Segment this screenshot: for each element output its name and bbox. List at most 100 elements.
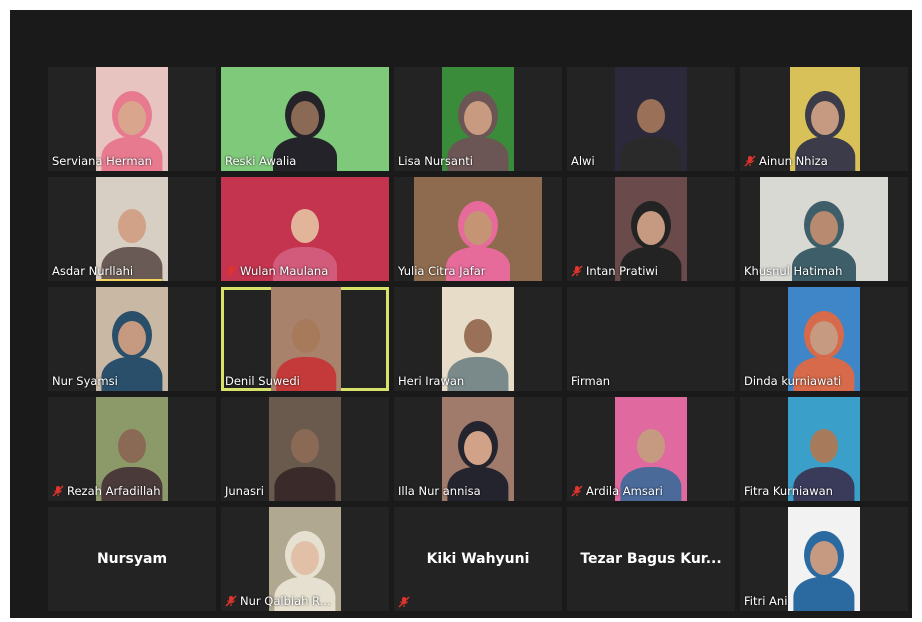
- name-label: Illa Nur annisa: [398, 484, 481, 498]
- participant-name: Illa Nur annisa: [398, 484, 481, 498]
- name-label: Dinda kurniawati: [744, 374, 841, 388]
- figure-body: [274, 467, 336, 501]
- participant-tile[interactable]: Firman: [567, 287, 735, 391]
- face-shape: [118, 209, 146, 243]
- participant-tile[interactable]: Tezar Bagus Kur...: [567, 507, 735, 611]
- participant-name: Serviana Herman: [52, 154, 152, 168]
- name-label: Nur Syamsi: [52, 374, 118, 388]
- muted-mic-icon: [52, 485, 64, 497]
- name-label: Alwi: [571, 154, 595, 168]
- participant-tile[interactable]: Lisa Nursanti: [394, 67, 562, 171]
- participant-name: Khusnul Hatimah: [744, 264, 843, 278]
- participant-tile[interactable]: Ainun Nhiza: [740, 67, 908, 171]
- face-shape: [118, 101, 146, 135]
- face-shape: [292, 319, 320, 353]
- participant-name: Firman: [571, 374, 611, 388]
- participant-tile[interactable]: Asdar Nurllahi: [48, 177, 216, 281]
- face-shape: [637, 429, 665, 463]
- participant-video: [788, 507, 860, 611]
- name-label: Heri Irawan: [398, 374, 464, 388]
- participant-figure: [269, 397, 341, 501]
- name-label: Reski Awalia: [225, 154, 296, 168]
- name-label: Fitri Ani: [744, 594, 787, 608]
- muted-mic-icon: [225, 595, 237, 607]
- face-shape: [637, 211, 665, 245]
- participant-tile[interactable]: Reski Awalia: [221, 67, 389, 171]
- name-label: [398, 596, 410, 608]
- name-label: Ainun Nhiza: [744, 154, 828, 168]
- participant-tile[interactable]: Heri Irawan: [394, 287, 562, 391]
- name-label: Yulia Citra Jafar: [398, 264, 486, 278]
- name-label: Lisa Nursanti: [398, 154, 473, 168]
- participant-name: Dinda kurniawati: [744, 374, 842, 388]
- participant-tile[interactable]: Dinda kurniawati: [740, 287, 908, 391]
- participant-name: Junasri: [225, 484, 264, 498]
- participant-name: Nur Qalbiah R...: [240, 594, 331, 608]
- participant-video: [269, 397, 341, 501]
- name-label: Intan Pratiwi: [571, 264, 658, 278]
- face-shape: [118, 429, 146, 463]
- face-shape: [118, 321, 146, 355]
- meeting-window: Serviana Herman Reski Awalia Lisa Nursanti…: [10, 10, 912, 618]
- muted-mic-icon: [398, 596, 410, 608]
- participant-name: Heri Irawan: [398, 374, 465, 388]
- face-shape: [810, 429, 838, 463]
- name-label: Wulan Maulana: [225, 264, 328, 278]
- participant-tile[interactable]: Denil Suwedi: [221, 287, 389, 391]
- participant-gallery: Serviana Herman Reski Awalia Lisa Nursanti…: [48, 67, 908, 618]
- participant-tile[interactable]: Fitra Kurniawan: [740, 397, 908, 501]
- participant-name: Ardila Amsari: [586, 484, 663, 498]
- participant-tile[interactable]: Nur Syamsi: [48, 287, 216, 391]
- name-label: Junasri: [225, 484, 264, 498]
- participant-tile[interactable]: Serviana Herman: [48, 67, 216, 171]
- participant-tile[interactable]: Junasri: [221, 397, 389, 501]
- participant-name: Rezah Arfadillah: [67, 484, 161, 498]
- participant-tile[interactable]: Alwi: [567, 67, 735, 171]
- face-shape: [464, 101, 492, 135]
- participant-name-center: Nursyam: [96, 551, 168, 567]
- muted-mic-icon: [571, 485, 583, 497]
- participant-tile[interactable]: Kiki Wahyuni: [394, 507, 562, 611]
- participant-name: Asdar Nurllahi: [52, 264, 134, 278]
- face-shape: [464, 319, 492, 353]
- face-shape: [291, 101, 319, 135]
- participant-tile[interactable]: Nursyam: [48, 507, 216, 611]
- face-shape: [291, 209, 319, 243]
- name-label: Rezah Arfadillah: [52, 484, 161, 498]
- participant-name: Fitri Ani: [744, 594, 788, 608]
- participant-figure: [615, 67, 687, 171]
- name-label: Asdar Nurllahi: [52, 264, 133, 278]
- participant-name: Lisa Nursanti: [398, 154, 473, 168]
- face-shape: [811, 101, 839, 135]
- participant-tile[interactable]: Wulan Maulana: [221, 177, 389, 281]
- participant-tile[interactable]: Intan Pratiwi: [567, 177, 735, 281]
- face-shape: [464, 431, 492, 465]
- muted-mic-icon: [571, 265, 583, 277]
- name-label: Ardila Amsari: [571, 484, 663, 498]
- face-shape: [464, 211, 492, 245]
- participant-video: [615, 67, 687, 171]
- name-label: Khusnul Hatimah: [744, 264, 842, 278]
- muted-mic-icon: [225, 265, 237, 277]
- participant-name: Alwi: [571, 154, 595, 168]
- participant-tile[interactable]: Rezah Arfadillah: [48, 397, 216, 501]
- participant-name: Intan Pratiwi: [586, 264, 658, 278]
- participant-name: Yulia Citra Jafar: [398, 264, 486, 278]
- name-label: Serviana Herman: [52, 154, 152, 168]
- face-shape: [291, 541, 319, 575]
- participant-name: Wulan Maulana: [240, 264, 329, 278]
- participant-name: Denil Suwedi: [225, 374, 300, 388]
- participant-name-center: Tezar Bagus Kur...: [580, 551, 722, 567]
- participant-name: Fitra Kurniawan: [744, 484, 833, 498]
- participant-tile[interactable]: Illa Nur annisa: [394, 397, 562, 501]
- participant-tile[interactable]: Yulia Citra Jafar: [394, 177, 562, 281]
- participant-tile[interactable]: Ardila Amsari: [567, 397, 735, 501]
- participant-tile[interactable]: Fitri Ani: [740, 507, 908, 611]
- muted-mic-icon: [744, 155, 756, 167]
- participant-tile[interactable]: Nur Qalbiah R...: [221, 507, 389, 611]
- face-shape: [810, 541, 838, 575]
- face-shape: [810, 211, 838, 245]
- participant-name: Reski Awalia: [225, 154, 297, 168]
- name-label: Fitra Kurniawan: [744, 484, 833, 498]
- participant-tile[interactable]: Khusnul Hatimah: [740, 177, 908, 281]
